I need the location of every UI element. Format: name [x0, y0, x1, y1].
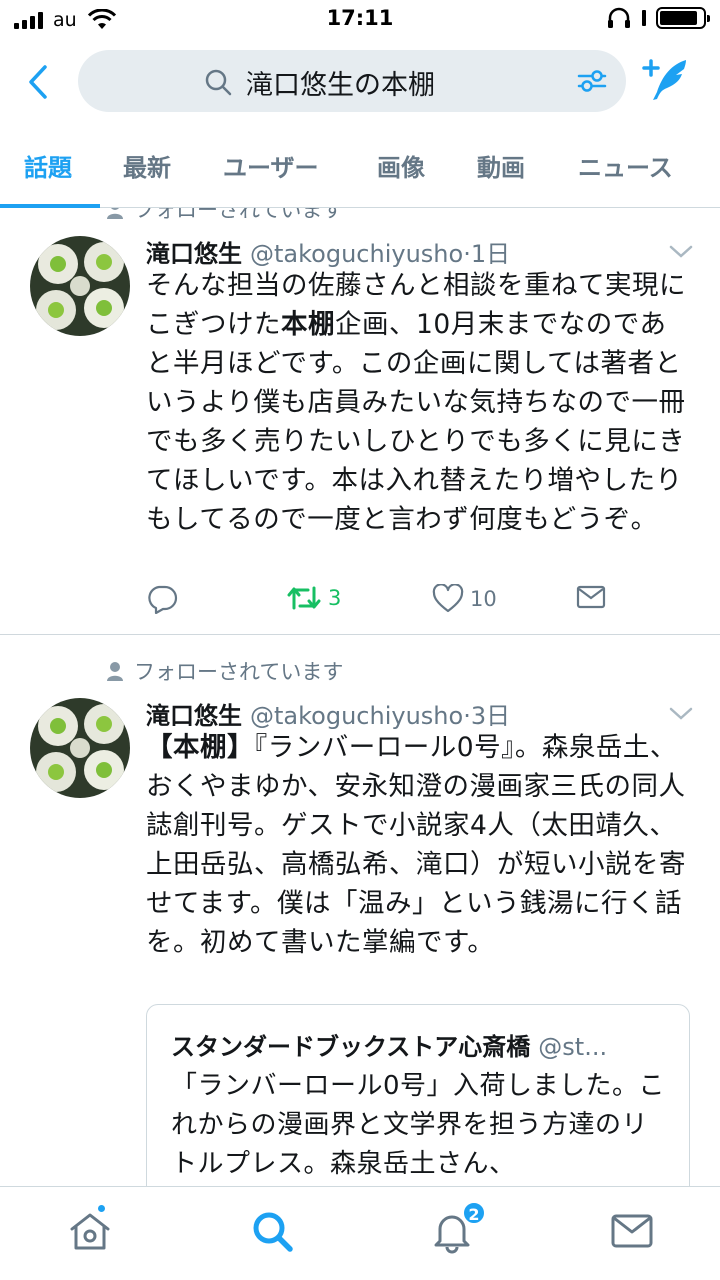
- quoted-tweet[interactable]: スタンダードブックストア心斎橋 @st... 「ランバーロール0号」入荷しました。…: [146, 1004, 690, 1186]
- author-name[interactable]: 滝口悠生: [146, 240, 242, 268]
- tweet-text: 【本棚】『ランバーロール0号』。森泉岳土、おくやまゆか、安永知澄の漫画家三氏の同…: [146, 728, 686, 962]
- tab-users[interactable]: ユーザー: [223, 148, 319, 183]
- heart-icon: [432, 584, 464, 613]
- chevron-down-icon[interactable]: [668, 244, 694, 260]
- avatar[interactable]: [30, 236, 130, 336]
- status-bar: au 17:11: [0, 0, 720, 40]
- avatar[interactable]: [30, 698, 130, 798]
- tweet-feed[interactable]: フォローされています 滝口悠生 @takoguchiyusho·1日 そんな担当の…: [0, 208, 720, 1186]
- tweet-header: 滝口悠生 @takoguchiyusho·3日: [146, 696, 510, 731]
- back-button[interactable]: [18, 60, 58, 104]
- tweet[interactable]: 滝口悠生 @takoguchiyusho·3日 【本棚】『ランバーロール0号』。森…: [0, 696, 720, 1186]
- envelope-icon: [576, 585, 606, 609]
- sushi-roll-avatar-image: [30, 236, 130, 336]
- notifications-tab[interactable]: 2: [428, 1201, 486, 1255]
- headphones-icon: [608, 7, 630, 28]
- separator-dot: ·: [463, 240, 471, 268]
- home-icon: [70, 1213, 110, 1250]
- tweet-text-part: 企画、10月末までなのであと半月ほどです。この企画に関しては著者というより僕も店…: [146, 309, 686, 535]
- chevron-left-icon: [29, 65, 47, 99]
- notification-count-badge: 2: [462, 1201, 486, 1225]
- direct-message-button[interactable]: [576, 584, 606, 610]
- tab-news[interactable]: ニュース: [578, 148, 673, 183]
- reply-icon: [148, 585, 178, 614]
- search-tabs: 話題 最新 ユーザー 画像 動画 ニュース: [0, 124, 720, 208]
- new-content-indicator: [96, 1203, 107, 1214]
- search-icon: [253, 1212, 293, 1252]
- tweet-context-label: フォローされています: [134, 208, 344, 222]
- chevron-down-icon[interactable]: [668, 706, 694, 722]
- quoted-author-handle: @st...: [538, 1033, 608, 1061]
- retweet-icon: [287, 586, 321, 610]
- tweet-text: そんな担当の佐藤さんと相談を重ねて実現にこぎつけた本棚企画、10月末までなのであ…: [146, 266, 686, 539]
- person-icon: [107, 662, 123, 681]
- hashtag-highlight: 本棚: [281, 309, 335, 340]
- author-name[interactable]: 滝口悠生: [146, 702, 242, 730]
- tab-top[interactable]: 話題: [24, 148, 72, 183]
- like-count: 10: [470, 587, 497, 611]
- person-icon: [107, 208, 123, 219]
- envelope-icon: [611, 1214, 653, 1248]
- tweet-text-part: 『ランバーロール0号』。森泉岳土、おくやまゆか、安永知澄の漫画家三氏の同人誌創刊…: [146, 732, 686, 958]
- divider: [0, 634, 720, 635]
- retweet-count: 3: [328, 586, 342, 610]
- search-input[interactable]: 滝口悠生の本棚: [78, 50, 626, 112]
- tweet[interactable]: 滝口悠生 @takoguchiyusho·1日 そんな担当の佐藤さんと相談を重ねて…: [0, 234, 720, 634]
- reply-button[interactable]: [146, 584, 178, 614]
- retweet-button[interactable]: 3: [286, 584, 341, 612]
- tweet-age: 3日: [470, 702, 511, 730]
- tab-videos[interactable]: 動画: [477, 148, 525, 183]
- quoted-author-name: スタンダードブックストア心斎橋: [171, 1033, 531, 1061]
- tweet-age: 1日: [470, 240, 511, 268]
- hashtag-highlight: 【本棚】: [146, 732, 254, 763]
- charging-indicator-icon: [642, 10, 646, 26]
- bottom-tab-bar: 2: [0, 1186, 720, 1280]
- messages-tab[interactable]: [608, 1207, 656, 1255]
- home-tab[interactable]: [66, 1203, 114, 1255]
- tweet-context: フォローされています: [106, 656, 343, 686]
- sushi-roll-avatar-image: [30, 698, 130, 798]
- author-handle[interactable]: @takoguchiyusho: [250, 240, 463, 268]
- tweet-header: 滝口悠生 @takoguchiyusho·1日: [146, 234, 510, 269]
- search-icon: [205, 69, 232, 96]
- search-tab[interactable]: [248, 1207, 296, 1255]
- tweet-actions: 3 10: [146, 584, 646, 618]
- separator-dot: ·: [463, 702, 471, 730]
- quoted-tweet-header: スタンダードブックストア心斎橋 @st...: [171, 1027, 671, 1062]
- search-header: 滝口悠生の本棚: [0, 40, 720, 124]
- like-button[interactable]: 10: [432, 584, 497, 614]
- tweet-context: フォローされています: [106, 208, 343, 224]
- author-handle[interactable]: @takoguchiyusho: [250, 702, 463, 730]
- search-query: 滝口悠生の本棚: [246, 70, 435, 101]
- compose-tweet-icon[interactable]: [638, 54, 694, 106]
- tweet-context-label: フォローされています: [134, 660, 344, 684]
- filter-settings-icon[interactable]: [576, 66, 608, 96]
- battery-icon: [656, 7, 710, 29]
- tab-photos[interactable]: 画像: [377, 148, 425, 183]
- quoted-tweet-text: 「ランバーロール0号」入荷しました。これからの漫画界と文学界を担う方達のリトルプ…: [171, 1071, 666, 1179]
- tab-latest[interactable]: 最新: [123, 148, 171, 183]
